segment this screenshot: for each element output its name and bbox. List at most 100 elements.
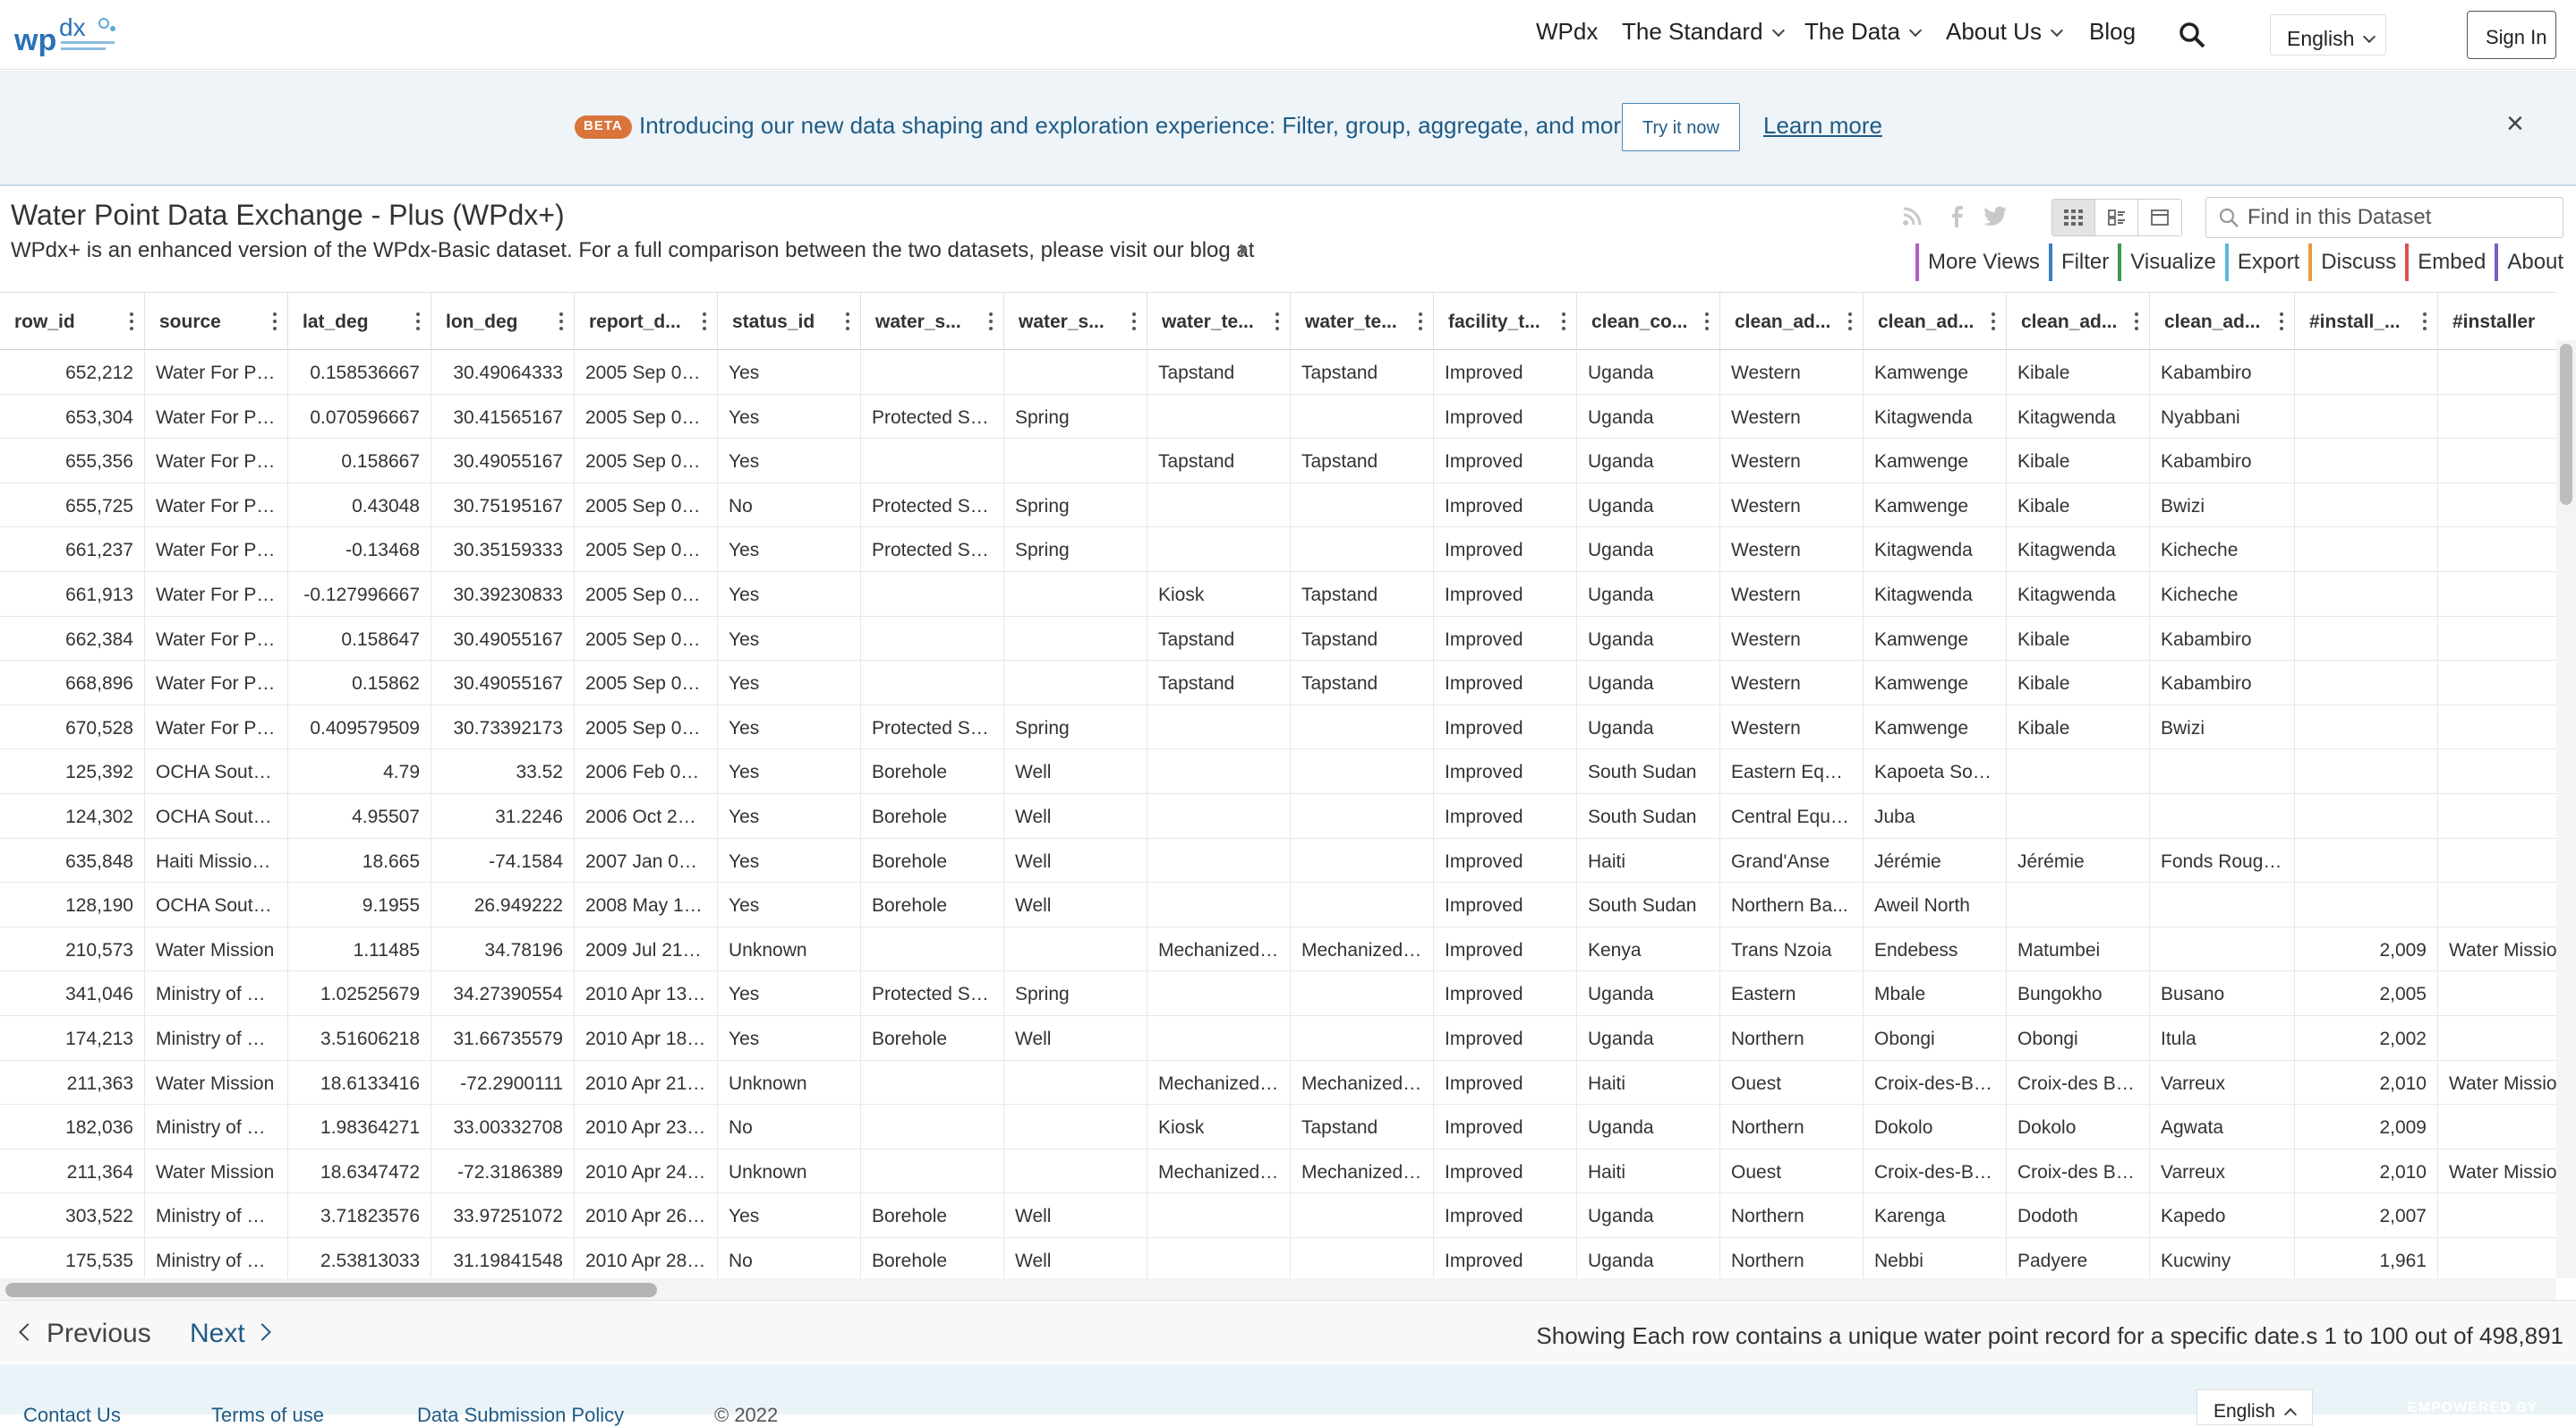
table-cell[interactable]: -72.2900111 [431,1060,575,1106]
table-cell[interactable]: Kucwiny [2150,1237,2295,1278]
column-menu-icon[interactable] [1705,312,1709,330]
contact-us-link[interactable]: Contact Us [23,1404,121,1427]
table-cell[interactable] [2295,749,2438,794]
table-cell[interactable] [2295,483,2438,528]
table-cell[interactable]: Unknown [718,1060,861,1106]
table-cell[interactable]: No [718,1105,861,1149]
table-cell[interactable] [2438,1016,2556,1061]
table-cell[interactable] [1291,705,1434,750]
table-cell[interactable]: Kibale [2007,483,2150,528]
column-header[interactable]: clean_co... [1577,293,1720,350]
rss-icon[interactable] [1901,206,1923,233]
table-cell[interactable] [2007,883,2150,927]
table-cell[interactable]: Grand'Anse [1720,838,1864,884]
column-header[interactable]: source [145,293,288,350]
table-cell[interactable]: Water For Pe... [145,394,288,440]
table-cell[interactable]: Nyabbani [2150,394,2295,440]
table-cell[interactable]: 31.2246 [431,793,575,839]
table-cell[interactable]: Northern [1720,1015,1864,1061]
table-cell[interactable]: Protected Sp... [861,394,1004,440]
table-cell[interactable]: 2010 Apr 18 ... [575,1015,718,1061]
column-header[interactable]: #installer [2438,293,2556,350]
table-cell[interactable] [1291,883,1434,927]
column-menu-icon[interactable] [1848,312,1852,330]
table-cell[interactable]: 655,356 [0,439,145,483]
table-cell[interactable]: Bwizi [2150,705,2295,750]
sidebar-tab-more-views[interactable]: More Views [1915,244,2049,281]
table-cell[interactable]: 30.73392173 [431,705,575,750]
table-cell[interactable]: 2005 Sep 07 ... [575,439,718,483]
table-cell[interactable]: 2005 Sep 07 ... [575,394,718,440]
table-cell[interactable]: Yes [718,838,861,884]
table-cell[interactable] [1004,616,1147,662]
table-cell[interactable]: Varreux [2150,1060,2295,1106]
table-cell[interactable] [861,661,1004,705]
table-cell[interactable] [1147,1015,1291,1061]
table-cell[interactable]: Obongi [1864,1015,2007,1061]
table-cell[interactable]: Yes [718,1015,861,1061]
table-row[interactable]: 125,392 OCHA South ... 4.79 33.52 2006 Feb 0… [0,749,2556,794]
table-cell[interactable] [1291,838,1434,884]
table-cell[interactable] [1147,705,1291,750]
table-cell[interactable]: 124,302 [0,793,145,839]
table-cell[interactable]: Kenya [1577,927,1720,972]
table-cell[interactable]: 175,535 [0,1237,145,1278]
table-cell[interactable]: Agwata [2150,1105,2295,1149]
table-cell[interactable]: Unknown [718,1149,861,1194]
table-cell[interactable]: Jérémie [2007,838,2150,884]
table-cell[interactable]: 2008 May 16 ... [575,883,718,927]
table-cell[interactable]: 2005 Sep 07 ... [575,483,718,528]
table-cell[interactable]: 2005 Sep 07 ... [575,571,718,617]
table-cell[interactable]: Kibale [2007,705,2150,750]
table-cell[interactable]: 652,212 [0,350,145,395]
table-cell[interactable]: Kamwenge [1864,705,2007,750]
table-cell[interactable]: 2010 Apr 28 ... [575,1237,718,1278]
table-cell[interactable] [861,1060,1004,1106]
table-cell[interactable] [2295,350,2438,395]
facebook-icon[interactable] [1948,206,1966,233]
table-cell[interactable]: 18.6133416 [288,1060,431,1106]
table-cell[interactable]: Kicheche [2150,527,2295,572]
table-cell[interactable]: Croix-des Bo... [2007,1060,2150,1106]
table-cell[interactable] [1291,527,1434,572]
table-cell[interactable] [1004,1149,1147,1194]
table-cell[interactable]: 0.409579509 [288,705,431,750]
column-header[interactable]: water_s... [861,293,1004,350]
table-row[interactable]: 175,535 Ministry of W... 2.53813033 31.1984… [0,1237,2556,1278]
table-cell[interactable] [2438,971,2556,1016]
table-cell[interactable]: 303,522 [0,1193,145,1238]
table-row[interactable]: 303,522 Ministry of W... 3.71823576 33.9725… [0,1193,2556,1238]
table-cell[interactable] [2295,439,2438,483]
table-cell[interactable]: Mechanized ... [1147,1060,1291,1106]
table-cell[interactable]: Central Equa... [1720,793,1864,839]
table-cell[interactable]: Kamwenge [1864,661,2007,705]
table-cell[interactable]: Northern [1720,1105,1864,1149]
table-cell[interactable]: Varreux [2150,1149,2295,1194]
table-row[interactable]: 652,212 Water For Pe... 0.158536667 30.4906… [0,350,2556,395]
table-cell[interactable] [2438,395,2556,440]
table-cell[interactable]: Well [1004,793,1147,839]
table-cell[interactable] [1291,971,1434,1016]
table-cell[interactable]: 2010 Apr 23 ... [575,1105,718,1149]
table-cell[interactable]: Ministry of W... [145,1015,288,1061]
table-cell[interactable]: Well [1004,1237,1147,1278]
table-cell[interactable]: Croix-des Bo... [2007,1149,2150,1194]
table-row[interactable]: 211,363 Water Mission 18.6133416 -72.290011… [0,1060,2556,1106]
table-cell[interactable]: 30.41565167 [431,394,575,440]
table-cell[interactable]: Improved [1434,1060,1577,1106]
table-cell[interactable]: Obongi [2007,1015,2150,1061]
table-cell[interactable]: 128,190 [0,883,145,927]
table-cell[interactable]: 653,304 [0,394,145,440]
table-cell[interactable] [2150,749,2295,794]
table-cell[interactable]: Spring [1004,483,1147,528]
table-cell[interactable]: Ministry of W... [145,1105,288,1149]
table-cell[interactable]: Unknown [718,927,861,972]
table-cell[interactable]: Western [1720,350,1864,395]
table-cell[interactable]: Borehole [861,749,1004,794]
list-view-icon[interactable] [2095,200,2138,235]
grid-view-icon[interactable] [2052,200,2095,235]
table-cell[interactable]: 211,364 [0,1149,145,1194]
table-cell[interactable]: Kitagwenda [1864,527,2007,572]
table-cell[interactable]: Uganda [1577,1193,1720,1238]
column-menu-icon[interactable] [1992,312,1995,330]
